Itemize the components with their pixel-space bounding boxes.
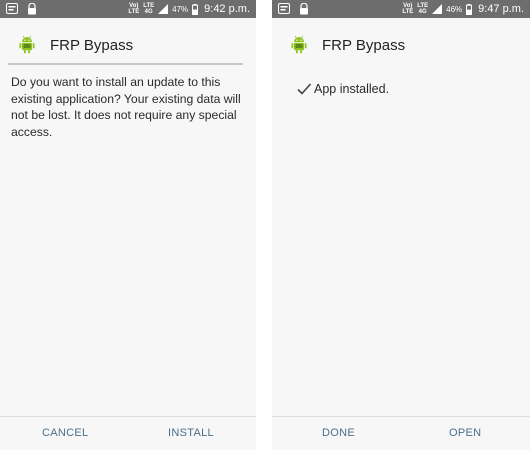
clock: 9:42 p.m. bbox=[204, 3, 250, 15]
app-header: FRP Bypass bbox=[0, 18, 256, 64]
signal-icon bbox=[432, 4, 443, 14]
status-bar: Vo) LTE LTE 4G 47% 9:42 p.m. bbox=[0, 0, 256, 18]
notification-icon bbox=[278, 3, 290, 14]
battery-icon bbox=[192, 3, 199, 15]
status-bar: Vo) LTE LTE 4G 46% 9:47 p.m. bbox=[272, 0, 530, 18]
lte-indicator: LTE 4G bbox=[143, 3, 155, 15]
install-prompt-text: Do you want to install an update to this… bbox=[11, 75, 241, 139]
done-button[interactable]: DONE bbox=[322, 427, 355, 439]
app-title: FRP Bypass bbox=[322, 37, 406, 54]
button-bar: DONE OPEN bbox=[272, 416, 530, 450]
status-icons-right: Vo) LTE LTE 4G 47% 9:42 p.m. bbox=[128, 0, 250, 18]
battery-level: 47% bbox=[172, 4, 189, 14]
android-icon bbox=[291, 35, 307, 54]
battery-level: 46% bbox=[446, 4, 463, 14]
open-button[interactable]: OPEN bbox=[449, 427, 481, 439]
check-icon bbox=[297, 83, 312, 95]
status-icons-right: Vo) LTE LTE 4G 46% 9:47 p.m. bbox=[402, 0, 524, 18]
signal-icon bbox=[158, 4, 169, 14]
notification-icon bbox=[6, 3, 18, 14]
installed-status: App installed. bbox=[296, 82, 389, 96]
volte-indicator: Vo) LTE bbox=[402, 3, 414, 15]
secure-icon bbox=[27, 3, 36, 15]
header-divider bbox=[8, 63, 243, 65]
app-installed-screen: Vo) LTE LTE 4G 46% 9:47 p.m. FRP Bypass … bbox=[272, 0, 530, 450]
battery-icon bbox=[466, 3, 473, 15]
clock: 9:47 p.m. bbox=[478, 3, 524, 15]
status-icons-left bbox=[278, 3, 315, 15]
status-icons-left bbox=[6, 3, 43, 15]
volte-indicator: Vo) LTE bbox=[128, 3, 140, 15]
app-title: FRP Bypass bbox=[50, 37, 134, 54]
installed-message: App installed. bbox=[314, 82, 390, 96]
lte-indicator: LTE 4G bbox=[417, 3, 429, 15]
cancel-button[interactable]: CANCEL bbox=[42, 427, 88, 439]
button-bar: CANCEL INSTALL bbox=[0, 416, 256, 450]
install-button[interactable]: INSTALL bbox=[168, 427, 214, 439]
app-header: FRP Bypass bbox=[272, 18, 530, 64]
secure-icon bbox=[299, 3, 308, 15]
install-update-screen: Vo) LTE LTE 4G 47% 9:42 p.m. FRP Bypass … bbox=[0, 0, 256, 450]
android-icon bbox=[19, 35, 35, 54]
